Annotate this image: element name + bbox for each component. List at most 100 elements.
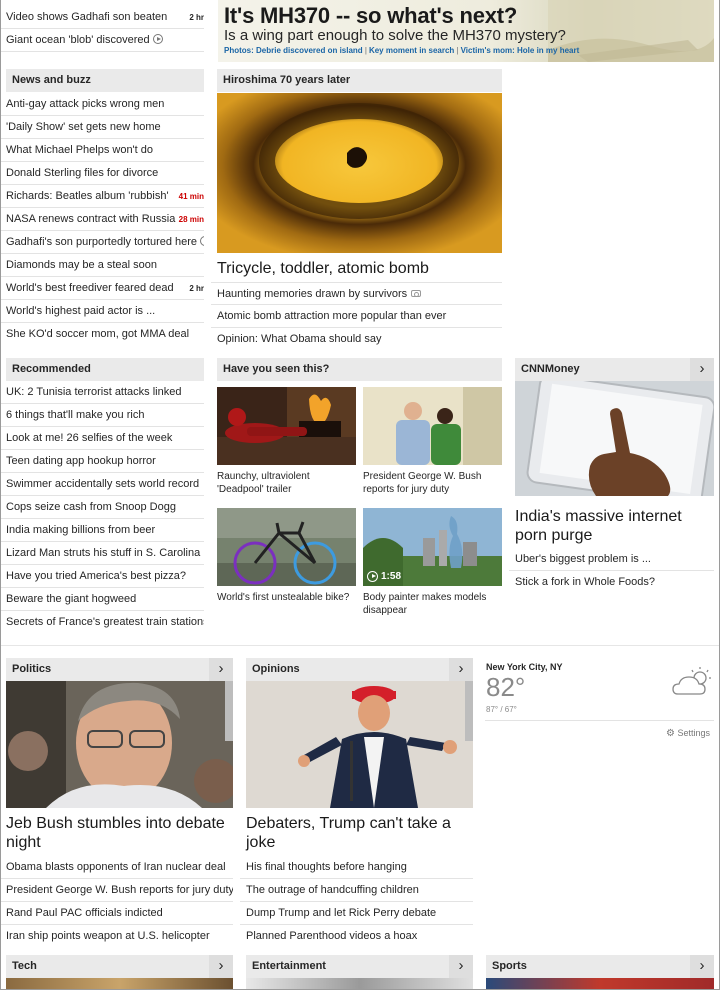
- politics-headline[interactable]: Jeb Bush stumbles into debate night: [6, 814, 233, 852]
- cnnmoney-header: CNNMoney ›: [515, 358, 714, 381]
- body-painter-caption[interactable]: Body painter makes models disappear: [363, 591, 502, 617]
- video-duration-badge: 1:58: [367, 571, 401, 582]
- deadpool-thumbnail[interactable]: [217, 387, 356, 465]
- jeb-bush-image: [6, 681, 233, 808]
- chevron-right-icon[interactable]: ›: [209, 658, 233, 681]
- hiroshima-image: [217, 93, 502, 253]
- chevron-right-icon[interactable]: ›: [690, 955, 714, 978]
- hiroshima-photo[interactable]: [217, 93, 502, 253]
- list-item[interactable]: Teen dating app hookup horror: [0, 450, 204, 473]
- bike-thumbnail[interactable]: [217, 508, 356, 586]
- play-icon: [152, 34, 163, 44]
- politics-header: Politics ›: [6, 658, 233, 681]
- opinions-list: His final thoughts before hanging The ou…: [240, 856, 473, 948]
- list-item[interactable]: Obama blasts opponents of Iran nuclear d…: [0, 856, 233, 879]
- chevron-right-icon[interactable]: ›: [690, 358, 714, 381]
- deadpool-caption[interactable]: Raunchy, ultraviolent 'Deadpool' trailer: [217, 470, 356, 496]
- list-item[interactable]: Video shows Gadhafi son beaten 2 hr: [0, 6, 204, 29]
- list-item[interactable]: 6 things that'll make you rich: [0, 404, 204, 427]
- list-item[interactable]: Beware the giant hogweed: [0, 588, 204, 611]
- list-item[interactable]: Gadhafi's son purportedly tortured here: [0, 231, 204, 254]
- tech-header: Tech ›: [6, 955, 233, 978]
- top-stories-list: Video shows Gadhafi son beaten 2 hr Giant…: [0, 6, 204, 52]
- bush-jury-caption[interactable]: President George W. Bush reports for jur…: [363, 470, 502, 496]
- opinions-headline[interactable]: Debaters, Trump can't take a joke: [246, 814, 473, 852]
- list-item[interactable]: President George W. Bush reports for jur…: [0, 879, 233, 902]
- section-divider: [0, 645, 720, 646]
- mh370-link-key-moment[interactable]: Key moment in search: [369, 46, 454, 55]
- recommended-header: Recommended: [6, 358, 204, 381]
- cnnmoney-headline[interactable]: India's massive internet porn purge: [515, 507, 714, 545]
- mh370-link-victims-mom[interactable]: Victim's mom: Hole in my heart: [461, 46, 580, 55]
- weather-high-low: 87° / 67°: [486, 705, 517, 714]
- list-item[interactable]: Anti-gay attack picks wrong men: [0, 93, 204, 116]
- list-item[interactable]: Lizard Man struts his stuff in S. Caroli…: [0, 542, 204, 565]
- list-item[interactable]: Cops seize cash from Snoop Dogg: [0, 496, 204, 519]
- list-item[interactable]: 'Daily Show' set gets new home: [0, 116, 204, 139]
- entertainment-header: Entertainment ›: [246, 955, 473, 978]
- time-badge: 41 min: [178, 192, 204, 201]
- play-icon: [367, 571, 378, 582]
- weather-city[interactable]: New York City, NY: [486, 662, 563, 672]
- weather-temperature: 82°: [486, 672, 526, 702]
- list-item[interactable]: Uber's biggest problem is ...: [509, 548, 714, 571]
- news-and-buzz-list: Anti-gay attack picks wrong men 'Daily S…: [0, 93, 204, 346]
- opinions-photo[interactable]: [246, 681, 473, 808]
- politics-photo[interactable]: [6, 681, 233, 808]
- chevron-right-icon[interactable]: ›: [449, 658, 473, 681]
- politics-list: Obama blasts opponents of Iran nuclear d…: [0, 856, 233, 948]
- hiroshima-headline[interactable]: Tricycle, toddler, atomic bomb: [217, 259, 502, 278]
- list-item[interactable]: His final thoughts before hanging: [240, 856, 473, 879]
- gear-icon: ⚙: [666, 728, 675, 739]
- opinions-header: Opinions ›: [246, 658, 473, 681]
- list-item[interactable]: Donald Sterling files for divorce: [0, 162, 204, 185]
- cnnmoney-list: Uber's biggest problem is ... Stick a fo…: [509, 548, 714, 594]
- list-item[interactable]: Dump Trump and let Rick Perry debate: [240, 902, 473, 925]
- cnnmoney-photo[interactable]: [515, 381, 714, 496]
- recommended-list: UK: 2 Tunisia terrorist attacks linked 6…: [0, 381, 204, 634]
- entertainment-photo-strip[interactable]: [246, 978, 473, 989]
- hiroshima-header: Hiroshima 70 years later: [217, 69, 502, 92]
- chevron-right-icon[interactable]: ›: [209, 955, 233, 978]
- list-item[interactable]: What Michael Phelps won't do: [0, 139, 204, 162]
- deadpool-image: [217, 387, 356, 465]
- list-item[interactable]: Have you tried America's best pizza?: [0, 565, 204, 588]
- partly-cloudy-icon: [672, 667, 711, 695]
- list-item[interactable]: Stick a fork in Whole Foods?: [509, 571, 714, 594]
- list-item[interactable]: Giant ocean 'blob' discovered: [0, 29, 204, 52]
- camera-icon: [411, 290, 422, 297]
- list-item[interactable]: NASA renews contract with Russia 28 min: [0, 208, 204, 231]
- list-item[interactable]: She KO'd soccer mom, got MMA deal: [0, 323, 204, 346]
- mh370-headline[interactable]: It's MH370 -- so what's next?: [224, 3, 517, 29]
- list-item[interactable]: India making billions from beer: [0, 519, 204, 542]
- tech-photo-strip[interactable]: [6, 978, 233, 989]
- list-item[interactable]: The outrage of handcuffing children: [240, 879, 473, 902]
- weather-settings-button[interactable]: ⚙ Settings: [666, 728, 710, 739]
- list-item[interactable]: World's best freediver feared dead 2 hr: [0, 277, 204, 300]
- list-item[interactable]: Look at me! 26 selfies of the week: [0, 427, 204, 450]
- time-badge: 2 hr: [189, 284, 204, 293]
- mh370-link-photos[interactable]: Photos: Debrie discovered on island: [224, 46, 363, 55]
- list-item[interactable]: Diamonds may be a steal soon: [0, 254, 204, 277]
- list-item[interactable]: UK: 2 Tunisia terrorist attacks linked: [0, 381, 204, 404]
- bike-caption[interactable]: World's first unstealable bike?: [217, 591, 356, 604]
- tablet-hand-image: [515, 381, 714, 496]
- sports-header: Sports ›: [486, 955, 714, 978]
- list-item[interactable]: Iran ship points weapon at U.S. helicopt…: [0, 925, 233, 948]
- bush-jury-thumbnail[interactable]: [363, 387, 502, 465]
- list-item[interactable]: Haunting memories drawn by survivors: [211, 282, 502, 305]
- list-item[interactable]: Richards: Beatles album 'rubbish' 41 min: [0, 185, 204, 208]
- list-item[interactable]: Opinion: What Obama should say: [211, 328, 502, 351]
- body-painter-thumbnail[interactable]: 1:58: [363, 508, 502, 586]
- news-and-buzz-header: News and buzz: [6, 69, 204, 92]
- list-item[interactable]: Atomic bomb attraction more popular than…: [211, 305, 502, 328]
- chevron-right-icon[interactable]: ›: [449, 955, 473, 978]
- list-item[interactable]: Secrets of France's greatest train stati…: [0, 611, 204, 634]
- list-item[interactable]: World's highest paid actor is ...: [0, 300, 204, 323]
- list-item[interactable]: Planned Parenthood videos a hoax: [240, 925, 473, 948]
- mh370-subhead[interactable]: Is a wing part enough to solve the MH370…: [224, 27, 566, 44]
- list-item[interactable]: Swimmer accidentally sets world record: [0, 473, 204, 496]
- bush-jury-image: [363, 387, 502, 465]
- list-item[interactable]: Rand Paul PAC officials indicted: [0, 902, 233, 925]
- sports-photo-strip[interactable]: [486, 978, 714, 989]
